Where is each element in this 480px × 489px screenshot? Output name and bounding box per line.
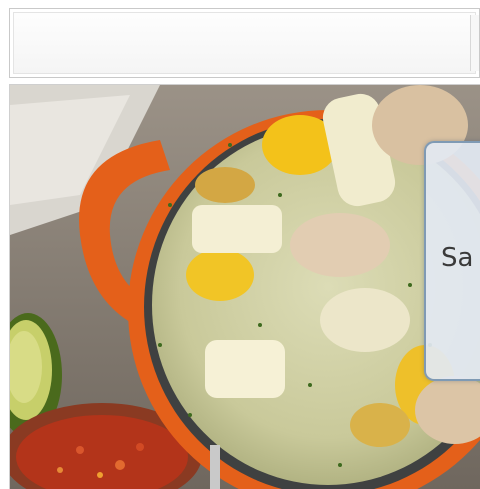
header-edge xyxy=(470,15,479,71)
overlay-text: Sa xyxy=(441,243,474,273)
soup-photo xyxy=(10,85,480,489)
overlay-panel[interactable]: Sa xyxy=(424,141,480,381)
header-bar xyxy=(9,8,480,78)
food-image[interactable] xyxy=(9,84,480,489)
